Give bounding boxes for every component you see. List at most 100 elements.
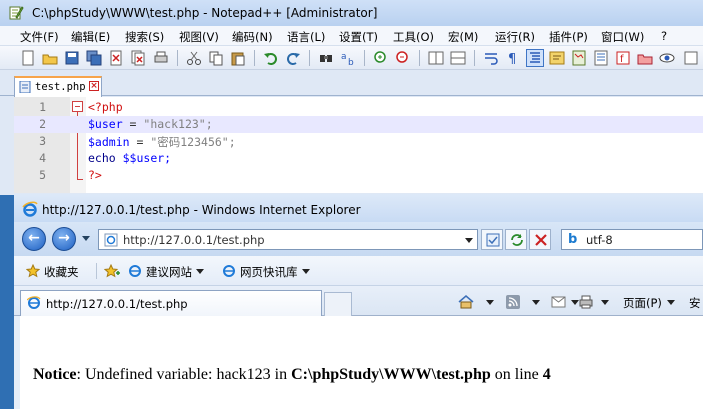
record-macro-icon[interactable] — [683, 50, 699, 66]
indent-guide-icon[interactable] — [526, 49, 544, 67]
address-bar[interactable]: http://127.0.0.1/test.php — [98, 229, 478, 250]
print-icon[interactable] — [578, 295, 594, 312]
mail-icon[interactable] — [551, 295, 567, 312]
code-editor[interactable]: 1 <?php 2 $user = "hack123"; 3 $admin = … — [14, 97, 703, 193]
history-dropdown-icon[interactable] — [82, 236, 90, 241]
ie-title-bar[interactable]: http://127.0.0.1/test.php - Windows Inte… — [14, 194, 703, 222]
home-dropdown-icon[interactable] — [486, 300, 494, 305]
compat-view-button[interactable] — [481, 229, 503, 250]
save-icon[interactable] — [64, 50, 80, 66]
ie-page-icon — [222, 264, 236, 281]
code-string: "hack123"; — [143, 117, 213, 131]
php-notice-message: Notice: Undefined variable: hack123 in C… — [33, 366, 551, 384]
menu-encoding[interactable]: 编码(N) — [232, 29, 273, 45]
cut-icon[interactable] — [186, 50, 202, 66]
address-dropdown-icon[interactable] — [465, 238, 473, 243]
toolbar-separator — [177, 50, 178, 66]
bing-icon: b — [568, 232, 578, 247]
web-slice-gallery-link[interactable]: 网页快讯库 — [222, 264, 310, 281]
safety-menu[interactable]: 安 — [689, 295, 701, 311]
code-operator: = — [122, 117, 144, 131]
page-menu[interactable]: 页面(P) — [623, 295, 662, 311]
toolbar-separator — [254, 50, 255, 66]
print-icon[interactable] — [153, 50, 169, 66]
menu-tools[interactable]: 工具(O) — [393, 29, 434, 45]
monitoring-icon[interactable] — [637, 50, 653, 66]
function-list-icon[interactable] — [593, 50, 609, 66]
feeds-icon[interactable] — [506, 295, 520, 312]
code-variable: $user — [88, 117, 123, 131]
tab-close-icon[interactable]: × — [89, 81, 99, 91]
undo-icon[interactable] — [263, 50, 279, 66]
print-dropdown-icon[interactable] — [601, 300, 609, 305]
code-variable: $$user; — [115, 151, 172, 165]
back-button[interactable]: ← — [22, 227, 46, 251]
find-icon[interactable] — [318, 50, 334, 66]
copy-icon[interactable] — [208, 50, 224, 66]
define-language-icon[interactable] — [549, 50, 565, 66]
sync-horizontal-icon[interactable] — [450, 50, 466, 66]
zoom-in-icon[interactable] — [373, 50, 389, 66]
sync-vertical-icon[interactable] — [428, 50, 444, 66]
line-number: 4 — [39, 151, 46, 165]
line-number: 2 — [39, 117, 46, 131]
menu-settings[interactable]: 设置(T) — [339, 29, 378, 45]
notepadpp-icon — [8, 5, 24, 21]
toolbar-separator — [474, 50, 475, 66]
word-wrap-icon[interactable] — [483, 50, 499, 66]
new-tab-button[interactable] — [324, 292, 352, 316]
forward-button[interactable]: → — [52, 227, 76, 251]
notice-on-line: on line — [490, 366, 543, 383]
menu-macro[interactable]: 宏(M) — [448, 29, 478, 45]
eye-icon[interactable] — [659, 50, 675, 66]
new-file-icon[interactable] — [20, 50, 36, 66]
npp-window-title: C:\phpStudy\WWW\test.php - Notepad++ [Ad… — [32, 6, 378, 20]
menu-language[interactable]: 语言(L) — [287, 29, 325, 45]
save-all-icon[interactable] — [86, 50, 102, 66]
open-file-icon[interactable] — [42, 50, 58, 66]
ie-tab-row: http://127.0.0.1/test.php 页面(P) 安 — [14, 286, 703, 316]
menu-plugins[interactable]: 插件(P) — [549, 29, 588, 45]
refresh-button[interactable] — [505, 229, 527, 250]
web-slice-gallery-label: 网页快讯库 — [240, 265, 298, 279]
npp-title-bar[interactable]: C:\phpStudy\WWW\test.php - Notepad++ [Ad… — [0, 0, 703, 26]
zoom-out-icon[interactable] — [395, 50, 411, 66]
page-dropdown-icon[interactable] — [667, 300, 675, 305]
toolbar-separator — [364, 50, 365, 66]
close-all-icon[interactable] — [130, 50, 146, 66]
menu-run[interactable]: 运行(R) — [495, 29, 535, 45]
menu-search[interactable]: 搜索(S) — [125, 29, 164, 45]
menu-edit[interactable]: 编辑(E) — [71, 29, 110, 45]
show-all-chars-icon[interactable]: ¶ — [505, 50, 521, 66]
line-number: 5 — [39, 168, 46, 182]
code-line-3: 3 $admin = "密码123456"; — [14, 133, 703, 150]
menu-window[interactable]: 窗口(W) — [601, 29, 644, 45]
favorites-button[interactable]: 收藏夹 — [25, 263, 79, 281]
ie-tab-test-php[interactable]: http://127.0.0.1/test.php — [20, 290, 322, 316]
menu-file[interactable]: 文件(F) — [20, 29, 59, 45]
menu-help[interactable]: ? — [661, 29, 667, 43]
stop-button[interactable] — [529, 229, 551, 250]
favorites-bar: 收藏夹 建议网站 网页快讯库 — [14, 256, 703, 286]
feeds-dropdown-icon[interactable] — [532, 300, 540, 305]
code-keyword: echo — [88, 151, 116, 165]
code-line-1: 1 <?php — [14, 99, 703, 116]
code-line-2: 2 $user = "hack123"; — [14, 116, 703, 133]
paste-icon[interactable] — [230, 50, 246, 66]
close-file-icon[interactable] — [108, 50, 124, 66]
redo-icon[interactable] — [285, 50, 301, 66]
suggested-sites-link[interactable]: 建议网站 — [128, 264, 204, 281]
add-favorite-icon[interactable] — [103, 263, 124, 281]
menu-view[interactable]: 视图(V) — [179, 29, 219, 45]
folder-workspace-icon[interactable]: f — [615, 50, 631, 66]
svg-text:f: f — [620, 54, 624, 65]
line-number: 1 — [39, 100, 46, 114]
doc-map-icon[interactable] — [571, 50, 587, 66]
page-content[interactable]: Notice: Undefined variable: hack123 in C… — [20, 316, 703, 409]
home-icon[interactable] — [458, 295, 474, 312]
ie-tab-title: http://127.0.0.1/test.php — [46, 297, 188, 311]
replace-icon[interactable]: ab — [340, 50, 356, 66]
search-box[interactable]: b utf-8 — [561, 229, 703, 250]
search-input-value: utf-8 — [586, 233, 613, 247]
npp-tab-test-php[interactable]: test.php × — [14, 76, 102, 97]
